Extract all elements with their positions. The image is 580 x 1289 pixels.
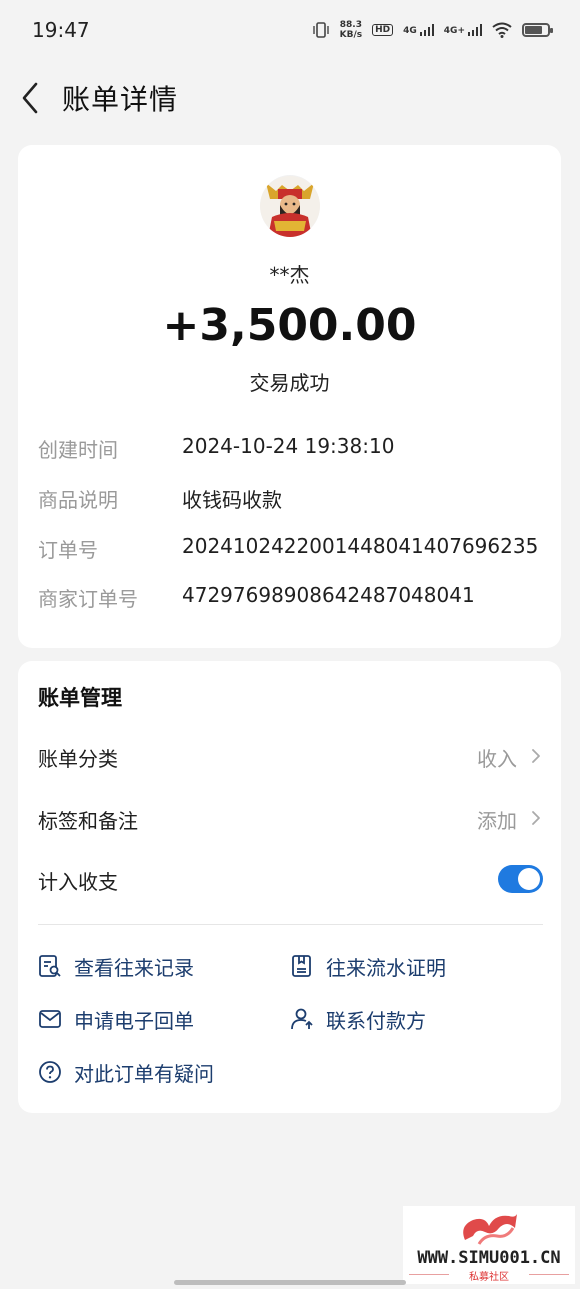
count-in-balance-label: 计入收支	[38, 870, 118, 894]
contact-user-icon	[291, 1008, 313, 1030]
amount: +3,500.00	[162, 300, 417, 351]
header: 账单详情	[0, 70, 580, 126]
flow-proof-button[interactable]: 往来流水证明	[290, 949, 510, 983]
page-title: 账单详情	[62, 83, 179, 116]
status-icons: 88.3 KB/s HD 4G 4G+	[312, 18, 553, 42]
tags-notes-label: 标签和备注	[38, 809, 138, 833]
document-icon	[292, 955, 311, 977]
e-receipt-label: 申请电子回单	[74, 1009, 194, 1033]
watermark-site: WWW.SIMU001.CN	[417, 1248, 561, 1268]
status-bar: 19:47 88.3 KB/s HD 4G 4G+	[0, 0, 580, 62]
order-question-button[interactable]: 对此订单有疑问	[38, 1055, 278, 1089]
bill-category-label: 账单分类	[38, 747, 118, 771]
net-speed: 88.3 KB/s	[339, 20, 363, 40]
view-records-button[interactable]: 查看往来记录	[38, 949, 258, 983]
section-title: 账单管理	[38, 686, 122, 710]
tags-notes-row[interactable]: 标签和备注 添加	[38, 800, 543, 836]
back-arrow-icon	[22, 82, 38, 114]
signal-4g-plus-icon: 4G+	[444, 24, 482, 36]
info-label: 商品说明	[38, 488, 118, 512]
info-row-created-time: 创建时间 2024-10-24 19:38:10	[38, 434, 548, 464]
avatar[interactable]	[260, 175, 320, 237]
back-button[interactable]	[16, 76, 56, 120]
toggle-knob	[518, 868, 540, 890]
record-search-icon	[39, 955, 61, 977]
divider	[38, 924, 543, 925]
contact-payer-label: 联系付款方	[326, 1009, 426, 1033]
flow-proof-label: 往来流水证明	[326, 956, 446, 980]
watermark-sub: 私募社区	[469, 1272, 509, 1283]
chevron-right-icon	[532, 811, 540, 825]
mail-icon	[39, 1010, 61, 1028]
battery-icon	[522, 23, 553, 37]
count-in-balance-toggle[interactable]	[498, 865, 543, 893]
info-value[interactable]: 2024102422001448041407696235	[182, 534, 538, 558]
e-receipt-button[interactable]: 申请电子回单	[38, 1002, 258, 1036]
watermark-logo-icon	[463, 1214, 517, 1245]
question-icon	[39, 1061, 61, 1083]
info-row-order-no: 订单号 2024102422001448041407696235	[38, 534, 548, 564]
info-value: 2024-10-24 19:38:10	[182, 434, 395, 458]
info-label: 商家订单号	[38, 587, 138, 611]
count-in-balance-row: 计入收支	[38, 861, 543, 897]
info-value: 收钱码收款	[182, 488, 282, 512]
info-row-product-desc: 商品说明 收钱码收款	[38, 484, 548, 514]
info-label: 创建时间	[38, 438, 118, 462]
wifi-icon	[492, 22, 512, 38]
order-question-label: 对此订单有疑问	[74, 1062, 214, 1086]
transaction-card: **杰 +3,500.00 交易成功 创建时间 2024-10-24 19:38…	[18, 145, 561, 648]
contact-payer-button[interactable]: 联系付款方	[290, 1002, 510, 1036]
bill-management-card: 账单管理 账单分类 收入 标签和备注 添加 计入收支 查看往来记录 往来流水证明…	[18, 661, 561, 1113]
chevron-right-icon	[532, 749, 540, 763]
payer-name: **杰	[269, 263, 310, 287]
info-row-merchant-order-no: 商家订单号 472976989086424870480​41	[38, 583, 548, 613]
trade-status: 交易成功	[249, 371, 330, 395]
avatar-image	[260, 176, 320, 237]
home-indicator[interactable]	[174, 1280, 406, 1285]
bill-category-row[interactable]: 账单分类 收入	[38, 738, 543, 774]
watermark-line	[529, 1274, 569, 1275]
watermark: WWW.SIMU001.CN 私募社区	[403, 1206, 575, 1284]
vibrate-icon	[312, 22, 329, 38]
info-label: 订单号	[38, 538, 98, 562]
bill-category-value: 收入	[477, 747, 517, 771]
view-records-label: 查看往来记录	[74, 956, 194, 980]
signal-4g-icon: 4G	[403, 24, 434, 36]
status-time: 19:47	[32, 18, 90, 42]
info-value[interactable]: 472976989086424870480​41	[182, 583, 475, 607]
tags-notes-value: 添加	[477, 809, 517, 833]
hd-icon: HD	[372, 24, 394, 36]
